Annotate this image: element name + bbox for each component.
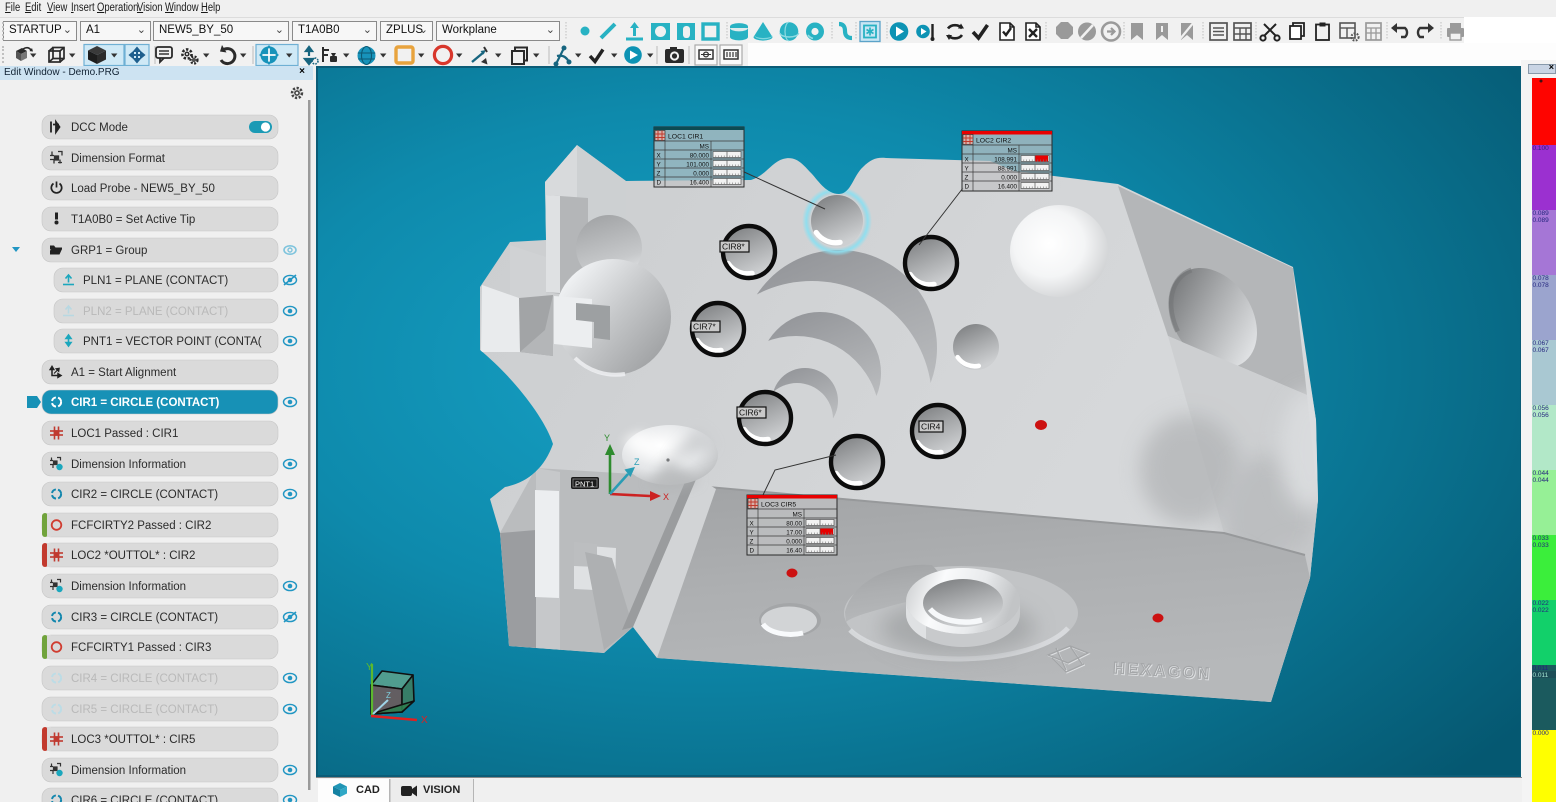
svg-text:LOC3 *OUTTOL* : CIR5: LOC3 *OUTTOL* : CIR5 <box>71 734 195 746</box>
svg-text:LOC1 Passed : CIR1: LOC1 Passed : CIR1 <box>71 428 178 440</box>
svg-text:0.067: 0.067 <box>1533 340 1550 347</box>
svg-text:0.067: 0.067 <box>1533 347 1550 354</box>
svg-text:0.056: 0.056 <box>1533 405 1550 412</box>
svg-text:CIR8*: CIR8* <box>722 242 745 252</box>
svg-text:PNT1: PNT1 <box>575 480 594 489</box>
svg-text:PLN2 = PLANE (CONTACT): PLN2 = PLANE (CONTACT) <box>83 306 228 318</box>
svg-text:0.000: 0.000 <box>1533 730 1550 737</box>
svg-text:A1 = Start Alignment: A1 = Start Alignment <box>71 367 177 379</box>
svg-text:0.033: 0.033 <box>1533 542 1550 549</box>
svg-text:0.033: 0.033 <box>1533 535 1550 542</box>
svg-text:CIR3 = CIRCLE (CONTACT): CIR3 = CIRCLE (CONTACT) <box>71 612 218 624</box>
svg-text:0.044: 0.044 <box>1533 470 1550 477</box>
svg-text:0.056: 0.056 <box>1533 412 1550 419</box>
svg-text:0.022: 0.022 <box>1533 600 1550 607</box>
svg-text:Dimension Format: Dimension Format <box>71 153 166 165</box>
svg-text:MS: MS <box>700 144 709 151</box>
svg-text:16.400: 16.400 <box>998 184 1018 191</box>
svg-text:T1A0B0 = Set Active Tip: T1A0B0 = Set Active Tip <box>71 214 195 226</box>
svg-text:16.40: 16.40 <box>786 548 802 555</box>
svg-text:CIR6*: CIR6* <box>739 408 762 418</box>
svg-text:CIR7*: CIR7* <box>693 322 716 332</box>
svg-text:CIR5 = CIRCLE (CONTACT): CIR5 = CIRCLE (CONTACT) <box>71 704 218 716</box>
svg-text:0.022: 0.022 <box>1533 607 1550 614</box>
svg-text:D: D <box>750 548 755 555</box>
svg-text:0.000: 0.000 <box>693 171 709 178</box>
svg-text:D: D <box>657 180 662 187</box>
svg-text:16.400: 16.400 <box>690 180 710 187</box>
svg-text:0.078: 0.078 <box>1533 282 1550 289</box>
svg-text:0.089: 0.089 <box>1533 210 1550 217</box>
svg-text:0.011: 0.011 <box>1533 665 1549 672</box>
svg-text:CIR6 = CIRCLE (CONTACT): CIR6 = CIRCLE (CONTACT) <box>71 795 218 802</box>
svg-text:0.089: 0.089 <box>1533 217 1550 224</box>
svg-text:MS: MS <box>1008 148 1017 155</box>
svg-text:CIR1 = CIRCLE (CONTACT): CIR1 = CIRCLE (CONTACT) <box>71 397 219 409</box>
svg-text:LOC2 CIR2: LOC2 CIR2 <box>976 138 1011 145</box>
svg-text:FCFCIRTY2 Passed : CIR2: FCFCIRTY2 Passed : CIR2 <box>71 520 211 532</box>
svg-text:CIR4: CIR4 <box>921 422 941 432</box>
svg-text:0.000: 0.000 <box>786 539 802 546</box>
svg-text:GRP1 = Group: GRP1 = Group <box>71 245 147 257</box>
svg-text:Y: Y <box>366 662 373 673</box>
svg-text:80.00: 80.00 <box>786 521 802 528</box>
svg-text:X: X <box>421 715 428 726</box>
svg-text:0.011: 0.011 <box>1533 672 1549 679</box>
svg-text:Z: Z <box>386 691 391 700</box>
svg-text:0.078: 0.078 <box>1533 275 1550 282</box>
svg-text:PNT1 = VECTOR POINT (CONTA(: PNT1 = VECTOR POINT (CONTA( <box>83 336 262 348</box>
svg-text:LOC3 CIR5: LOC3 CIR5 <box>761 502 796 509</box>
svg-text:Z: Z <box>750 539 754 546</box>
svg-text:X: X <box>663 492 669 502</box>
svg-text:CIR2 = CIRCLE (CONTACT): CIR2 = CIRCLE (CONTACT) <box>71 489 218 501</box>
svg-text:Z: Z <box>965 175 969 182</box>
svg-text:Dimension Information: Dimension Information <box>71 581 186 593</box>
svg-text:101.000: 101.000 <box>686 162 709 169</box>
svg-text:PLN1 = PLANE (CONTACT): PLN1 = PLANE (CONTACT) <box>83 275 228 287</box>
svg-text:80.000: 80.000 <box>690 153 710 160</box>
svg-text:Y: Y <box>604 433 610 443</box>
svg-text:Load Probe - NEW5_BY_50: Load Probe - NEW5_BY_50 <box>71 183 215 195</box>
svg-text:CIR4 = CIRCLE (CONTACT): CIR4 = CIRCLE (CONTACT) <box>71 673 218 685</box>
svg-text:0.100: 0.100 <box>1533 145 1550 152</box>
svg-text:DCC Mode: DCC Mode <box>71 122 128 134</box>
svg-text:108.991: 108.991 <box>994 157 1017 164</box>
svg-text:17.00: 17.00 <box>786 530 802 537</box>
svg-text:LOC2 *OUTTOL* : CIR2: LOC2 *OUTTOL* : CIR2 <box>71 550 195 562</box>
svg-text:FCFCIRTY1 Passed : CIR3: FCFCIRTY1 Passed : CIR3 <box>71 642 211 654</box>
svg-text:Z: Z <box>634 457 640 467</box>
svg-text:0.000: 0.000 <box>1001 175 1017 182</box>
svg-text:Dimension Information: Dimension Information <box>71 459 186 471</box>
svg-text:MS: MS <box>793 512 802 519</box>
svg-text:Z: Z <box>657 171 661 178</box>
svg-text:0.044: 0.044 <box>1533 477 1550 484</box>
svg-text:LOC1 CIR1: LOC1 CIR1 <box>668 134 703 141</box>
svg-text:D: D <box>965 184 970 191</box>
svg-text:88.991: 88.991 <box>998 166 1018 173</box>
svg-text:Dimension Information: Dimension Information <box>71 765 186 777</box>
